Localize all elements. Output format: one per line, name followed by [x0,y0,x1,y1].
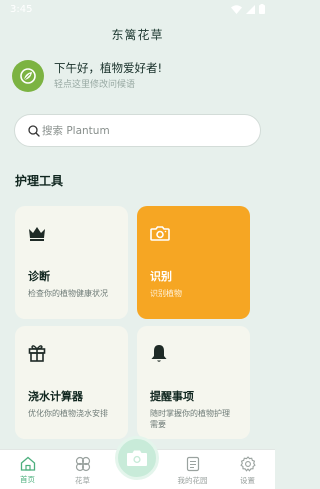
nav-plants[interactable]: 花草 [55,450,110,489]
search-input[interactable] [42,124,242,137]
avatar[interactable] [12,60,44,92]
greeting-headline[interactable]: 下午好，植物爱好者! [54,61,162,76]
bell-icon [151,344,167,362]
app-title: 东篱花草 [111,28,164,42]
card-title: 识别 [150,270,172,283]
greeting-text[interactable]: 下午好，植物爱好者! 轻点这里修改问候语 [54,61,162,92]
card-desc: 识别植物 [150,289,182,298]
status-bar: 3:45 [0,0,275,18]
card-watering-calculator[interactable]: 浇水计算器 优化你的植物浇水安排 [15,326,128,439]
card-desc: 检查你的植物健康状况 [28,289,108,298]
card-title: 提醒事项 [150,390,194,403]
card-reminders[interactable]: 提醒事项 随时掌握你的植物护理需要 [137,326,250,439]
nav-settings[interactable]: 设置 [220,450,275,489]
nav-home[interactable]: 首页 [0,450,55,489]
card-title: 浇水计算器 [28,390,83,403]
nav-label: 首页 [20,475,35,484]
crown-icon [29,227,45,241]
leaf-icon [20,68,36,84]
search-bar[interactable] [14,114,261,147]
gear-icon [239,456,256,472]
status-time: 3:45 [10,3,33,15]
home-icon [20,456,35,471]
clover-icon [75,456,90,472]
section-title: 护理工具 [15,174,64,188]
greeting-subtitle[interactable]: 轻点这里修改问候语 [54,78,162,92]
card-identify[interactable]: 识别 识别植物 [137,206,250,319]
camera-icon [150,226,170,241]
card-title: 诊断 [28,270,50,283]
signal-icon [246,4,255,14]
card-desc: 随时掌握你的植物护理需要 [150,409,230,429]
nav-label: 设置 [240,476,255,485]
search-icon [28,124,40,137]
nav-label: 我的花园 [177,476,208,485]
card-diagnose[interactable]: 诊断 检查你的植物健康状况 [15,206,128,319]
nav-label: 花草 [75,476,90,485]
battery-icon [259,4,265,14]
document-icon [186,456,199,472]
card-desc: 优化你的植物浇水安排 [28,409,108,418]
nav-my-garden[interactable]: 我的花园 [165,450,220,489]
camera-icon [127,450,147,466]
camera-fab-button[interactable] [115,436,159,480]
greeting[interactable]: 下午好，植物爱好者! 轻点这里修改问候语 [12,60,162,92]
gift-icon [28,345,46,362]
wifi-icon [231,4,242,14]
status-icons [231,4,265,14]
